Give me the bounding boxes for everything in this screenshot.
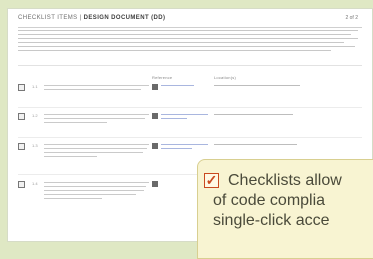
intro-rule <box>18 65 362 66</box>
callout-box: ✓ Checklists allow of code complia singl… <box>197 159 373 259</box>
document-icon <box>152 84 158 90</box>
item-location <box>214 144 324 148</box>
checkbox[interactable] <box>18 143 25 150</box>
item-divider <box>18 137 362 138</box>
item-description <box>44 114 149 126</box>
item-number: 1.3 <box>32 143 38 148</box>
callout-line-1: Checklists allow <box>228 172 342 189</box>
checkbox[interactable] <box>18 84 25 91</box>
document-icon <box>152 143 158 149</box>
item-description <box>44 144 149 160</box>
callout-line-2: of code complia <box>213 192 326 209</box>
checklist-item: 1.1 <box>18 84 363 114</box>
column-header-location: Location(s) <box>214 75 236 80</box>
reference-link[interactable] <box>161 144 208 152</box>
item-description <box>44 85 149 93</box>
item-number: 1.1 <box>32 84 38 89</box>
item-number: 1.2 <box>32 113 38 118</box>
item-description <box>44 182 149 202</box>
page-number: 2 of 2 <box>345 15 358 21</box>
header-rule <box>18 27 362 28</box>
item-divider <box>18 107 362 108</box>
checkbox[interactable] <box>18 113 25 120</box>
reference-link[interactable] <box>161 85 208 89</box>
intro-paragraph <box>18 30 358 54</box>
item-location <box>214 114 324 118</box>
checkbox[interactable] <box>18 181 25 188</box>
document-title: CHECKLIST ITEMS | DESIGN DOCUMENT (DD) <box>18 15 166 21</box>
column-header-reference: Reference <box>152 75 173 80</box>
document-icon <box>152 113 158 119</box>
item-number: 1.4 <box>32 181 38 186</box>
document-icon <box>152 181 158 187</box>
document-header: CHECKLIST ITEMS | DESIGN DOCUMENT (DD) 2… <box>18 15 362 25</box>
checklist-item: 1.2 <box>18 113 363 143</box>
callout-line-3: single-click acce <box>213 212 330 229</box>
reference-link[interactable] <box>161 114 208 122</box>
item-location <box>214 85 324 89</box>
checkbox-checked-icon: ✓ <box>204 172 219 188</box>
